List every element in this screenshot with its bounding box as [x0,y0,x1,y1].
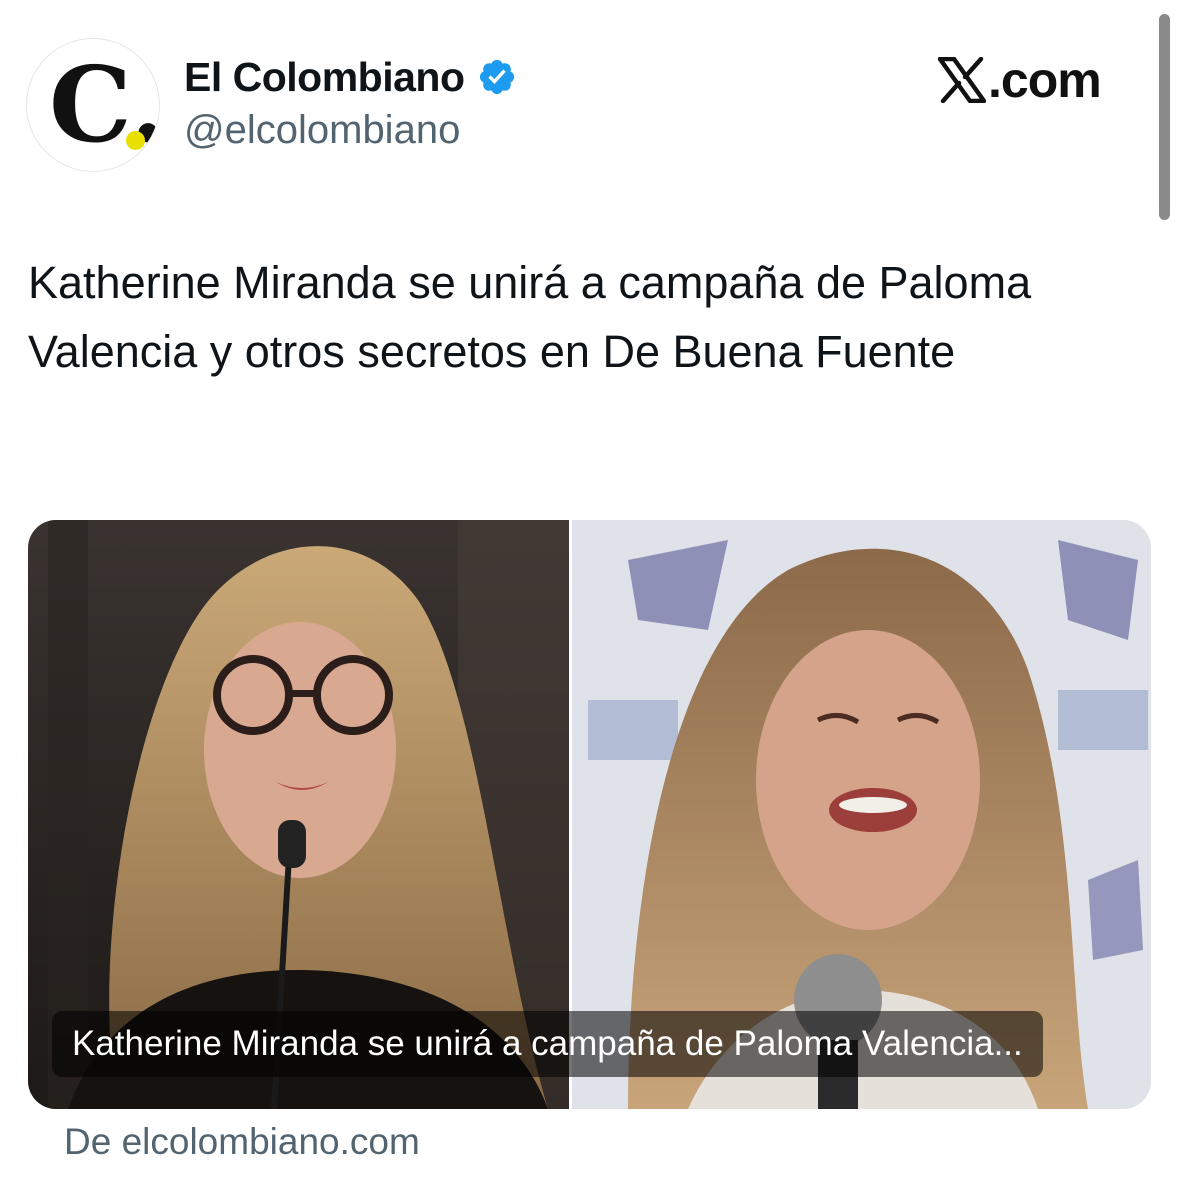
avatar-logo-dot [126,131,145,150]
avatar[interactable]: C. [26,38,160,172]
account-handle[interactable]: @elcolombiano [184,108,460,153]
card-source-link[interactable]: De elcolombiano.com [64,1121,420,1163]
tweet-text: Katherine Miranda se unirá a campaña de … [28,257,1032,377]
x-brand[interactable]: .com [938,52,1102,108]
link-card[interactable]: Katherine Miranda se unirá a campaña de … [28,520,1151,1109]
account-display-name[interactable]: El Colombiano [184,54,465,101]
scrollbar[interactable] [1159,14,1170,220]
account-name-row: El Colombiano [184,52,517,102]
card-caption: Katherine Miranda se unirá a campaña de … [52,1011,1043,1077]
x-brand-text: .com [988,52,1102,108]
x-logo-icon [938,57,986,103]
verified-badge-icon [477,57,517,97]
